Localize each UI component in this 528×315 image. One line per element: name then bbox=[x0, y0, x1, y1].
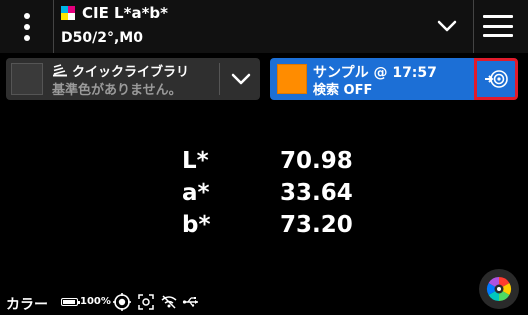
sample-panel[interactable]: サンプル @ 17:57 検索 OFF bbox=[270, 58, 474, 100]
color-wheel-icon bbox=[487, 277, 511, 301]
mode-label: カラー bbox=[6, 297, 48, 313]
target-icon bbox=[113, 293, 131, 311]
quick-library-panel[interactable]: クイックライブラリ 基準色がありません。 bbox=[6, 58, 260, 100]
color-space-title[interactable]: CIE L*a*b* bbox=[82, 4, 168, 22]
color-wheel-button[interactable] bbox=[479, 269, 519, 309]
divider bbox=[53, 0, 54, 53]
wifi-off-icon bbox=[161, 295, 177, 309]
illuminant-observer[interactable]: D50/2°,M0 bbox=[61, 30, 143, 46]
battery-percent: 100% bbox=[80, 296, 111, 307]
quick-library-status: 基準色がありません。 bbox=[52, 83, 182, 98]
camera-focus-icon bbox=[138, 294, 154, 310]
search-status: 検索 OFF bbox=[313, 83, 373, 98]
quick-library-title: クイックライブラリ bbox=[72, 65, 190, 80]
value-row-l: L* 70.98 bbox=[182, 148, 382, 178]
value-label: a* bbox=[182, 180, 210, 206]
hamburger-menu-icon[interactable] bbox=[483, 15, 513, 37]
value-row-b: b* 73.20 bbox=[182, 212, 382, 242]
chevron-down-icon[interactable] bbox=[229, 67, 253, 91]
value-row-a: a* 33.64 bbox=[182, 180, 382, 210]
divider bbox=[473, 0, 474, 53]
divider bbox=[219, 63, 220, 95]
value-label: b* bbox=[182, 212, 211, 238]
library-stack-icon bbox=[53, 64, 67, 77]
kebab-menu-icon[interactable] bbox=[0, 0, 53, 53]
usb-icon bbox=[182, 297, 198, 307]
color-mode-icon bbox=[61, 6, 75, 20]
measure-target-button[interactable] bbox=[474, 58, 518, 100]
sample-color-swatch bbox=[277, 64, 307, 94]
value-number: 33.64 bbox=[280, 180, 353, 206]
target-measure-icon bbox=[485, 70, 508, 88]
reference-swatch bbox=[11, 63, 43, 95]
value-number: 70.98 bbox=[280, 148, 353, 174]
value-label: L* bbox=[182, 148, 209, 174]
top-bar: CIE L*a*b* D50/2°,M0 bbox=[0, 0, 528, 53]
chevron-down-icon[interactable] bbox=[435, 14, 459, 38]
value-number: 73.20 bbox=[280, 212, 353, 238]
battery-icon bbox=[61, 298, 80, 306]
